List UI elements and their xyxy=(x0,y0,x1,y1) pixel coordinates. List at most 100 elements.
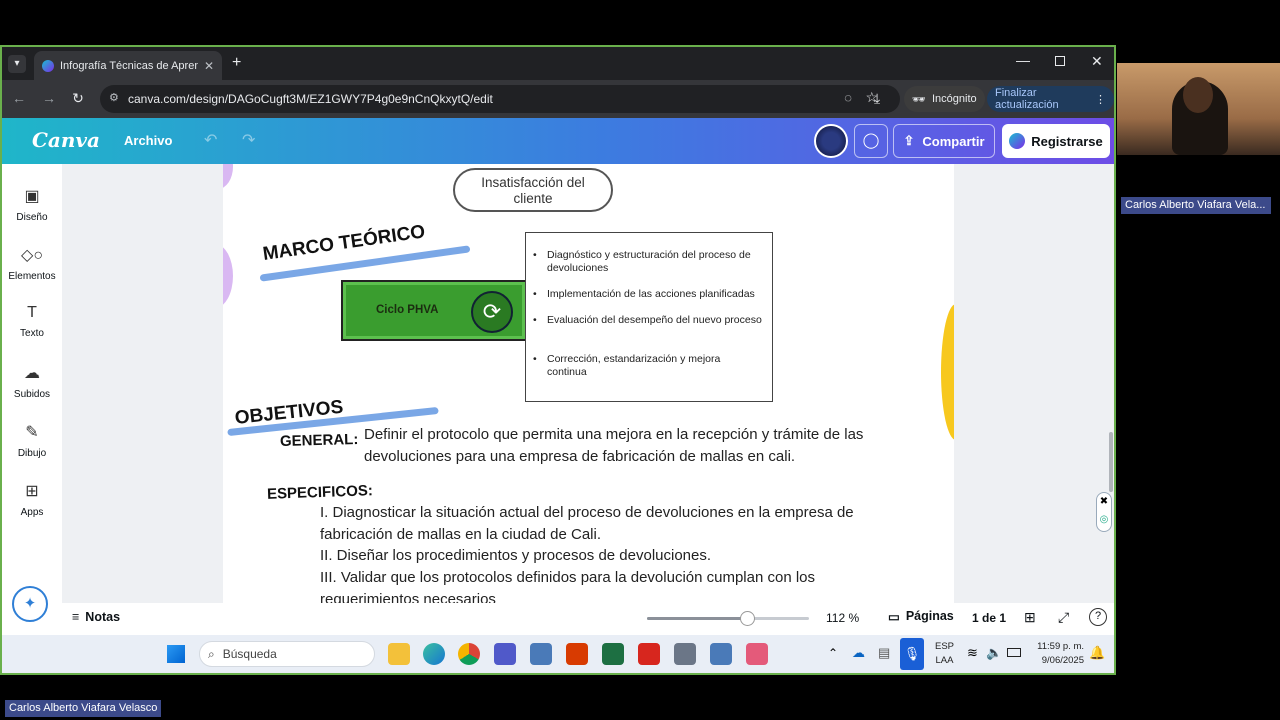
share-label: Compartir xyxy=(922,133,985,149)
office-app-icon[interactable] xyxy=(566,643,588,665)
excel-icon[interactable] xyxy=(602,643,624,665)
microphone-icon[interactable]: 🎙 xyxy=(900,638,924,670)
tray-app-icon[interactable]: ▤ xyxy=(878,645,890,661)
eye-off-icon[interactable]: ◌ xyxy=(844,90,852,105)
sidebar-item-label: Texto xyxy=(20,328,44,339)
reload-icon[interactable]: ↻ xyxy=(69,90,87,107)
windows-start-icon[interactable] xyxy=(167,645,185,663)
vertical-scrollbar[interactable] xyxy=(1109,432,1113,492)
sidebar-item-apps[interactable]: ⊞ Apps xyxy=(2,481,62,518)
canva-favicon-icon xyxy=(42,59,54,72)
lilac-blob-top xyxy=(223,164,233,189)
bubble-text: Insatisfacción del cliente xyxy=(481,175,585,206)
especifico-2[interactable]: II. Diseñar los procedimientos y proceso… xyxy=(320,545,890,567)
notifications-icon[interactable]: 🔔 xyxy=(1089,645,1105,661)
incognito-chip[interactable]: 🕶 Incógnito xyxy=(904,86,985,112)
sidebar-item-label: Elementos xyxy=(8,271,56,282)
remote-desktop-icon[interactable] xyxy=(530,643,552,665)
snipping-tool-icon[interactable] xyxy=(746,643,768,665)
comment-icon[interactable]: ◯ xyxy=(854,124,888,158)
new-tab-icon[interactable]: + xyxy=(232,54,241,72)
general-label: GENERAL: xyxy=(279,430,359,451)
design-page[interactable]: Insatisfacción del cliente MARCO TEÓRICO… xyxy=(223,164,954,603)
file-menu[interactable]: Archivo xyxy=(124,133,172,148)
zoom-slider-fill xyxy=(647,617,748,620)
browser-tab-bar: ▾ Infografía Técnicas de Aprendiz ✕ + — … xyxy=(2,47,1114,80)
phva-cycle-box[interactable]: Ciclo PHVA ⟳ xyxy=(341,280,527,341)
clock[interactable]: 11:59 p. m. 9/06/2025 xyxy=(1032,640,1084,668)
acrobat-icon[interactable] xyxy=(638,643,660,665)
tab-title: Infografía Técnicas de Aprendiz xyxy=(60,59,198,72)
minimize-icon[interactable]: — xyxy=(1016,52,1030,68)
close-window-icon[interactable]: ✕ xyxy=(1091,53,1103,70)
sidebar-item-elementos[interactable]: ◇○ Elementos xyxy=(2,245,62,282)
back-icon[interactable]: ← xyxy=(10,90,28,106)
browser-tab-active[interactable]: Infografía Técnicas de Aprendiz ✕ xyxy=(34,51,222,80)
language-indicator[interactable]: ESP LAA xyxy=(935,640,954,668)
search-placeholder: Búsqueda xyxy=(222,647,277,661)
fullscreen-icon[interactable]: ⤢ xyxy=(1058,609,1069,626)
lang-top: ESP xyxy=(935,641,955,652)
sidebar-item-diseno[interactable]: ▣ Diseño xyxy=(2,186,62,223)
dissatisfaction-bubble[interactable]: Insatisfacción del cliente xyxy=(453,168,613,212)
apps-icon: ⊞ xyxy=(25,483,39,500)
file-explorer-icon[interactable] xyxy=(388,643,410,665)
canvas-workspace: Insatisfacción del cliente MARCO TEÓRICO… xyxy=(62,164,1114,603)
volume-icon[interactable]: 🔈 xyxy=(986,645,1002,661)
update-button[interactable]: Finalizar actualización ⋮ xyxy=(987,86,1114,112)
canva-logo[interactable]: Canva xyxy=(32,128,100,152)
especifico-1[interactable]: I. Diagnosticar la situación actual del … xyxy=(320,502,890,545)
magic-assistant-button[interactable]: ✦ xyxy=(12,586,48,622)
calculator-icon[interactable] xyxy=(674,643,696,665)
undo-icon[interactable]: ↶ xyxy=(204,130,217,150)
address-bar[interactable]: ⚙ canva.com/design/DAGoCugft3M/EZ1GWY7P4… xyxy=(100,85,900,113)
battery-icon[interactable] xyxy=(1007,648,1021,657)
tray-chevron-icon[interactable]: ⌃ xyxy=(828,646,838,660)
share-button[interactable]: ⇪ Compartir xyxy=(893,124,995,158)
user-avatar[interactable] xyxy=(814,124,848,158)
lang-bottom: LAA xyxy=(935,655,954,666)
floating-tools-pill[interactable]: ✖ ◎ xyxy=(1096,492,1112,532)
download-icon[interactable]: ⤓ xyxy=(874,90,880,107)
close-circle-icon[interactable]: ✖ xyxy=(1100,496,1108,507)
zoom-slider-thumb[interactable] xyxy=(740,611,756,626)
zoom-slider[interactable] xyxy=(647,611,809,626)
kebab-menu-icon: ⋮ xyxy=(1095,93,1106,106)
translate-icon[interactable]: ◎ xyxy=(1100,514,1109,525)
sidebar-item-label: Diseño xyxy=(16,212,48,223)
general-text[interactable]: Definir el protocolo que permita una mej… xyxy=(364,424,874,468)
share-icon: ⇪ xyxy=(903,133,915,148)
date: 9/06/2025 xyxy=(1041,655,1084,666)
lilac-blob-left xyxy=(223,244,233,308)
taskbar-search[interactable]: ⌕ Búsqueda xyxy=(199,641,375,667)
layout-icon: ▣ xyxy=(24,188,40,205)
network-app-icon[interactable] xyxy=(710,643,732,665)
forward-icon[interactable]: → xyxy=(40,90,58,106)
sidebar-item-texto[interactable]: T Texto xyxy=(2,304,62,339)
pages-button[interactable]: ▭ Páginas xyxy=(888,609,954,624)
site-info-icon[interactable]: ⚙ xyxy=(109,91,119,104)
phva-steps-box[interactable]: Diagnóstico y estructuración del proceso… xyxy=(525,232,773,402)
notes-button[interactable]: ≡ Notas xyxy=(72,610,120,624)
especifico-3[interactable]: III. Validar que los protocolos definido… xyxy=(320,567,850,603)
restore-icon[interactable] xyxy=(1055,56,1065,66)
pages-icon: ▭ xyxy=(888,610,900,624)
register-button[interactable]: Registrarse xyxy=(1002,124,1110,158)
phva-label: Ciclo PHVA xyxy=(376,304,439,316)
tab-search-icon[interactable]: ▾ xyxy=(8,55,26,73)
redo-icon[interactable]: ↷ xyxy=(242,130,255,150)
wifi-icon[interactable]: ≋ xyxy=(967,645,978,661)
canva-header: Canva Archivo ↶ ↷ ◯ ⇪ Compartir Registra… xyxy=(2,118,1114,164)
canva-sidebar: ▣ Diseño ◇○ Elementos T Texto ☁ Subidos … xyxy=(2,164,62,633)
chrome-icon[interactable] xyxy=(458,643,480,665)
teams-icon[interactable] xyxy=(494,643,516,665)
tab-close-icon[interactable]: ✕ xyxy=(204,59,214,73)
edge-icon[interactable] xyxy=(423,643,445,665)
help-icon[interactable]: ? xyxy=(1089,608,1107,626)
onedrive-icon[interactable]: ☁ xyxy=(852,645,865,661)
sidebar-item-subidos[interactable]: ☁ Subidos xyxy=(2,363,62,400)
zoom-value[interactable]: 112 % xyxy=(826,611,859,625)
sidebar-item-dibujo[interactable]: ✎ Dibujo xyxy=(2,422,62,459)
grid-view-icon[interactable]: ⊞ xyxy=(1024,609,1036,626)
list-item: Evaluación del desempeño del nuevo proce… xyxy=(533,314,762,327)
